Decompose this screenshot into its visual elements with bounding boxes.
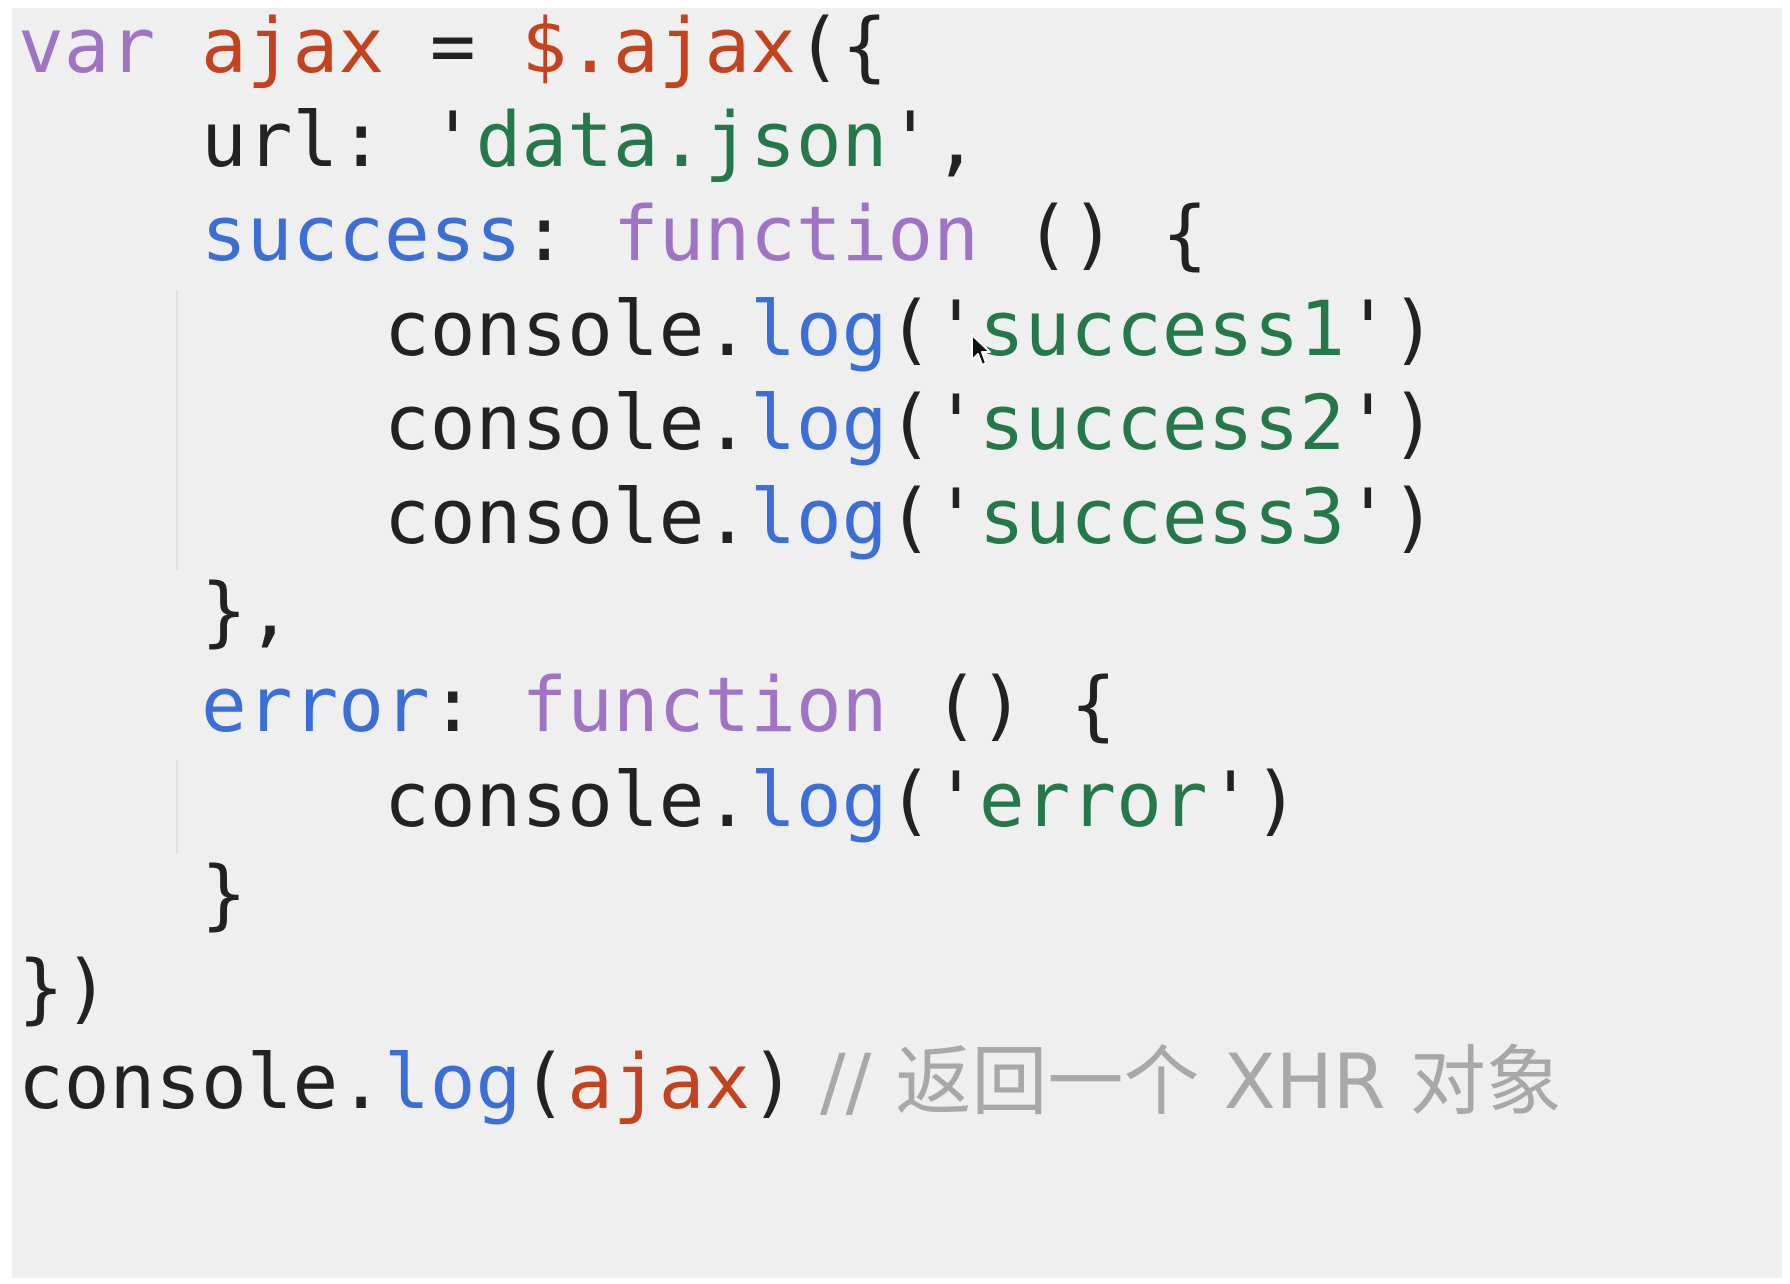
open-paren-brace: ({ — [795, 8, 888, 90]
property-error: error — [201, 660, 430, 749]
open-paren: ( — [887, 472, 934, 561]
console-object: console. — [18, 1037, 385, 1126]
close-paren: ) — [1390, 472, 1437, 561]
keyword-function: function — [612, 189, 979, 278]
console-object: console. — [384, 755, 751, 844]
string-error: error — [978, 755, 1208, 844]
function-signature: () { — [887, 660, 1117, 749]
open-paren: ( — [887, 284, 934, 373]
function-signature: () { — [978, 189, 1208, 278]
quote: ' — [1344, 472, 1391, 561]
code-editor: var ajax = $.ajax({ url: 'data.json', su… — [12, 8, 1782, 1278]
string-success3: success3 — [978, 472, 1345, 561]
console-object: console. — [384, 284, 751, 373]
quote: ' — [1344, 378, 1391, 467]
log-method: log — [750, 378, 888, 467]
log-method: log — [750, 755, 888, 844]
operator: = — [384, 8, 522, 90]
property-url: url — [201, 95, 339, 184]
code-line-1: var ajax = $.ajax({ — [18, 8, 887, 96]
code-line-4: console.log('success1') — [18, 279, 1436, 379]
keyword-var: var — [18, 8, 156, 90]
close-brace-comma: }, — [201, 566, 293, 655]
code-line-6: console.log('success3') — [18, 467, 1436, 567]
code-comment: // 返回一个 XHR 对象 — [795, 1037, 1562, 1126]
colon: : — [338, 95, 430, 184]
quote: ' — [933, 755, 979, 844]
keyword-function: function — [521, 660, 888, 749]
close-paren: ) — [1390, 284, 1437, 373]
colon: : — [521, 189, 613, 278]
open-paren: ( — [887, 378, 934, 467]
quote: ' — [429, 95, 476, 184]
code-line-5: console.log('success2') — [18, 373, 1436, 473]
colon: : — [429, 660, 522, 749]
string-success1: success1 — [978, 284, 1345, 373]
quote: ' — [1344, 284, 1391, 373]
property-success: success — [201, 189, 522, 278]
jquery-ajax-call: $.ajax — [521, 8, 796, 90]
open-paren: ( — [887, 755, 934, 844]
quote: ' — [933, 378, 979, 467]
code-line-12: console.log(ajax) // 返回一个 XHR 对象 — [18, 1032, 1562, 1132]
code-line-11: }) — [18, 938, 110, 1038]
close-paren: ) — [1253, 755, 1300, 844]
quote: ' — [887, 95, 934, 184]
mouse-pointer-icon — [971, 334, 991, 366]
code-line-7: }, — [18, 561, 293, 661]
open-paren: ( — [521, 1037, 568, 1126]
console-object: console. — [384, 472, 751, 561]
code-line-8: error: function () { — [18, 655, 1116, 755]
variable-ajax: ajax — [201, 8, 385, 90]
string-success2: success2 — [978, 378, 1345, 467]
comma: , — [933, 95, 979, 184]
close-brace-paren: }) — [18, 943, 110, 1032]
log-method: log — [750, 284, 888, 373]
log-method: log — [384, 1037, 522, 1126]
close-paren: ) — [750, 1037, 796, 1126]
close-paren: ) — [1390, 378, 1437, 467]
variable-ajax: ajax — [567, 1037, 751, 1126]
close-brace: } — [201, 849, 247, 938]
quote: ' — [933, 472, 979, 561]
code-line-2: url: 'data.json', — [18, 90, 979, 190]
quote: ' — [1207, 755, 1254, 844]
code-line-10: } — [18, 844, 247, 944]
log-method: log — [750, 472, 888, 561]
code-line-3: success: function () { — [18, 184, 1208, 284]
console-object: console. — [384, 378, 751, 467]
string-url-value: data.json — [475, 95, 888, 184]
code-line-9: console.log('error') — [18, 750, 1299, 850]
